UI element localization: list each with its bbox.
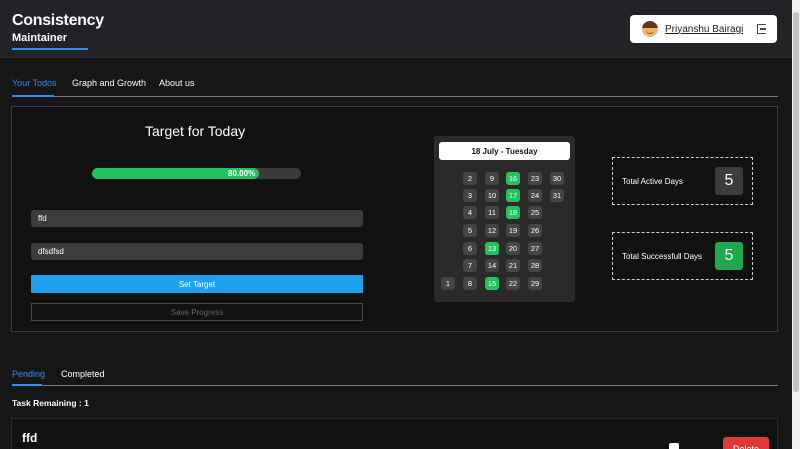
brand-logo: Consistency Maintainer [12,12,104,50]
calendar-day: 22 [506,277,520,290]
task-tabs: Pending Completed [12,368,778,386]
calendar-day: 18 [506,206,520,219]
progress-label: 80.00% [228,169,256,178]
total-successful-days-card: Total Successfull Days 5 [612,232,753,280]
task-item: ffd Delete [11,418,778,449]
calendar-day: 31 [550,189,564,202]
calendar-day: 4 [463,206,477,219]
target-input-1[interactable]: ffd [31,210,363,227]
user-card[interactable]: Priyanshu Bairagi [630,15,777,43]
calendar-day: 19 [506,224,520,237]
logout-icon[interactable] [757,24,766,34]
calendar-day: 9 [485,172,499,185]
brand-underline [12,48,88,50]
calendar-day: 25 [528,206,542,219]
task-complete-checkbox[interactable] [669,443,679,449]
calendar-day: 16 [506,172,520,185]
set-target-button[interactable]: Set Target [31,275,363,293]
target-title: Target for Today [145,123,246,139]
calendar-day: 5 [463,224,477,237]
total-active-days-card: Total Active Days 5 [612,157,753,205]
calendar-day: 26 [528,224,542,237]
page-scrollbar[interactable] [792,0,800,449]
calendar: 18 July - Tuesday 1 2 3 4 5 6 7 8 9 10 11 12 13 14 15 1… [434,136,575,302]
task-remaining-count: Task Remaining : 1 [12,398,89,408]
progress-fill: 80.00% [92,168,260,179]
calendar-day: 13 [485,242,499,255]
tab-completed[interactable]: Completed [61,368,105,380]
calendar-day: 20 [506,242,520,255]
tab-about-us[interactable]: About us [159,77,195,89]
calendar-day: 28 [528,259,542,272]
calendar-day: 1 [441,277,455,290]
user-name-link[interactable]: Priyanshu Bairagi [665,24,743,35]
save-progress-button[interactable]: Save Progress [31,303,363,321]
total-successful-days-label: Total Successfull Days [622,252,703,261]
tab-graph-and-growth[interactable]: Graph and Growth [72,77,146,89]
calendar-header: 18 July - Tuesday [439,142,570,160]
tab-active-indicator [12,95,54,97]
scrollbar-thumb[interactable] [793,12,799,392]
calendar-day: 24 [528,189,542,202]
avatar-icon [642,21,658,37]
target-input-2[interactable]: dfsdfsd [31,243,363,260]
calendar-day: 6 [463,242,477,255]
calendar-day: 14 [485,259,499,272]
calendar-day: 3 [463,189,477,202]
total-successful-days-value: 5 [715,242,743,270]
calendar-day: 2 [463,172,477,185]
calendar-day: 23 [528,172,542,185]
subtab-active-indicator [12,384,42,386]
total-active-days-label: Total Active Days [622,177,683,186]
main-tabs: Your Todos Graph and Growth About us [12,77,778,97]
tab-your-todos[interactable]: Your Todos [12,77,57,89]
app-header: Consistency Maintainer Priyanshu Bairagi [0,0,792,58]
tab-pending[interactable]: Pending [12,368,45,380]
brand-title: Consistency [12,12,104,29]
calendar-day: 15 [485,277,499,290]
calendar-day: 7 [463,259,477,272]
calendar-day: 12 [485,224,499,237]
calendar-day: 11 [485,206,499,219]
calendar-day: 29 [528,277,542,290]
calendar-day: 30 [550,172,564,185]
brand-subtitle: Maintainer [12,32,68,44]
calendar-day: 10 [485,189,499,202]
task-title: ffd [22,431,38,445]
delete-task-button[interactable]: Delete [723,437,769,449]
progress-bar: 80.00% [92,168,301,179]
calendar-day: 27 [528,242,542,255]
calendar-day: 8 [463,277,477,290]
calendar-day: 21 [506,259,520,272]
calendar-day: 17 [506,189,520,202]
total-active-days-value: 5 [715,167,743,195]
